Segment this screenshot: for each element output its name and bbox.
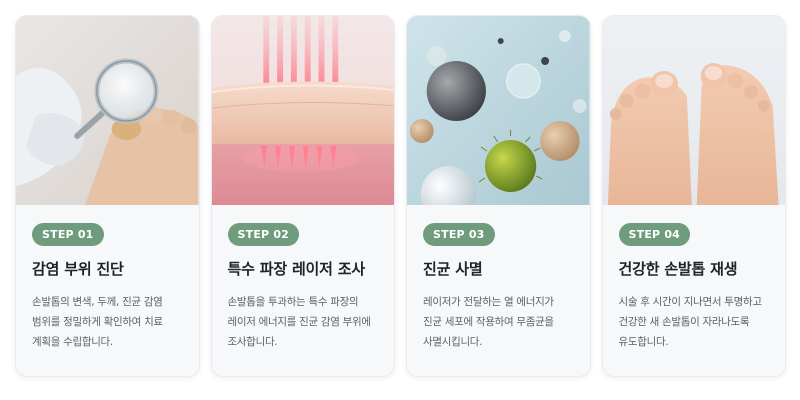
step-badge: STEP 01 (32, 223, 104, 246)
step-card-1: STEP 01 감염 부위 진단 손발톱의 변색, 두께, 진균 감염 범위를 … (15, 15, 200, 377)
step-3-image-fungal-cells (407, 16, 590, 205)
step-card-2: STEP 02 특수 파장 레이저 조사 손발톱을 투과하는 특수 파장의 레이… (210, 15, 395, 377)
step-description: 손발톱을 투과하는 특수 파장의 레이저 에너지를 진균 감염 부위에 조사합니… (227, 296, 372, 348)
step-description: 레이저가 전달하는 열 에너지가 진균 세포에 작용하여 무좀균을 사멸시킵니다… (423, 296, 554, 348)
step-card-3: STEP 03 진균 사멸 레이저가 전달하는 열 에너지가 진균 세포에 작용… (406, 15, 591, 377)
step-description: 시술 후 시간이 지나면서 투명하고 건강한 새 손발톱이 자라나도록 유도합니… (618, 296, 763, 348)
step-2-image-laser-beams (211, 16, 394, 205)
step-title: 건강한 손발톱 재생 (618, 260, 738, 278)
step-description: 손발톱의 변색, 두께, 진균 감염 범위를 정밀하게 확인하여 치료 계획을 … (32, 296, 163, 348)
step-badge: STEP 02 (227, 223, 300, 246)
step-title: 감염 부위 진단 (32, 260, 124, 278)
step-title: 진균 사멸 (423, 260, 483, 278)
step-card-4: STEP 04 건강한 손발톱 재생 시술 후 시간이 지나면서 투명하고 건강… (601, 15, 786, 377)
step-badge: STEP 04 (618, 223, 691, 246)
steps-row: STEP 01 감염 부위 진단 손발톱의 변색, 두께, 진균 감염 범위를 … (15, 15, 786, 377)
step-title: 특수 파장 레이저 조사 (227, 260, 366, 278)
step-4-image-healthy-feet (602, 16, 785, 205)
step-badge: STEP 03 (423, 223, 495, 246)
step-1-image-magnifier-inspecting-toenail (16, 16, 199, 205)
